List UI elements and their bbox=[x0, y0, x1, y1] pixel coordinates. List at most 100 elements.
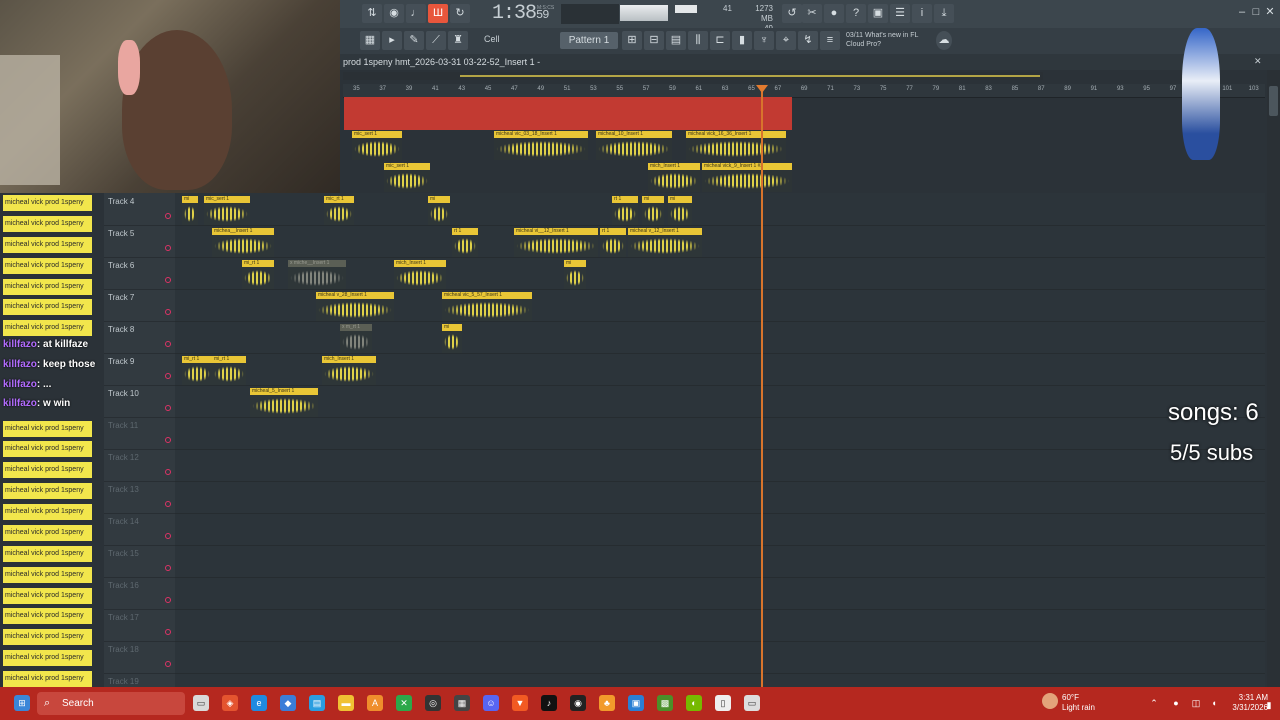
cut-icon[interactable]: ✂ bbox=[802, 4, 822, 23]
app-window-icon[interactable]: ▭ bbox=[744, 695, 760, 711]
audio-clip[interactable]: mi bbox=[668, 196, 692, 225]
plugin-picker-icon[interactable]: ♆ bbox=[754, 31, 774, 50]
download-icon[interactable]: ⤓ bbox=[934, 4, 954, 23]
track-row[interactable] bbox=[175, 481, 1265, 514]
audio-clip[interactable]: mi bbox=[564, 260, 586, 289]
track-row[interactable] bbox=[175, 577, 1265, 610]
browser-icon[interactable]: ⊏ bbox=[710, 31, 730, 50]
audio-clip[interactable]: mi bbox=[428, 196, 450, 225]
record-icon[interactable]: ◉ bbox=[384, 4, 404, 23]
edge-icon[interactable]: e bbox=[251, 695, 267, 711]
track-header[interactable]: Track 4 bbox=[104, 193, 175, 226]
windows-start-icon[interactable]: ⊞ bbox=[14, 695, 30, 711]
copilot-icon[interactable]: ◈ bbox=[222, 695, 238, 711]
audio-clip[interactable]: mi_rt 1 bbox=[242, 260, 274, 289]
loop-record-icon[interactable]: ↻ bbox=[450, 4, 470, 23]
weather-widget[interactable]: 60°F Light rain bbox=[1062, 693, 1095, 713]
photos-icon[interactable]: ▣ bbox=[628, 695, 644, 711]
news-panel[interactable]: 03/11 What's new in FL Cloud Pro? bbox=[846, 31, 918, 49]
audio-clip[interactable]: rt 1 bbox=[452, 228, 478, 257]
track-row[interactable] bbox=[175, 513, 1265, 546]
audio-clip[interactable]: micheal_10_Insert 1 bbox=[596, 131, 672, 160]
audio-clip[interactable]: mi bbox=[182, 196, 198, 225]
audio-clip[interactable]: micheal v_28_Insert 1 bbox=[316, 292, 394, 321]
audio-clip[interactable]: rt 1 bbox=[600, 228, 626, 257]
obs-icon[interactable]: ◉ bbox=[570, 695, 586, 711]
audio-clip[interactable]: mic_rt 1 bbox=[324, 196, 354, 225]
audio-clip[interactable]: mic_sert 1 bbox=[204, 196, 250, 225]
audio-clip-muted[interactable]: x miche__Insert 1 bbox=[288, 260, 346, 289]
paint-icon[interactable]: ⟋ bbox=[426, 31, 446, 50]
stamp-icon[interactable]: ♜ bbox=[448, 31, 468, 50]
audio-clip[interactable]: micheal vic_03_18_Insert 1 bbox=[494, 131, 588, 160]
audio-clip[interactable]: mi bbox=[642, 196, 664, 225]
track-row[interactable] bbox=[175, 641, 1265, 674]
channel-rack-icon[interactable]: ⊟ bbox=[644, 31, 664, 50]
maximize-icon[interactable]: □ bbox=[1250, 6, 1262, 18]
track-row[interactable] bbox=[175, 545, 1265, 578]
minecraft-icon[interactable]: ▩ bbox=[657, 695, 673, 711]
piano-roll-icon[interactable]: ▤ bbox=[666, 31, 686, 50]
close-icon[interactable]: ✕ bbox=[1264, 6, 1276, 18]
blend-notes-icon[interactable]: Ш bbox=[428, 4, 448, 23]
track-row[interactable] bbox=[175, 417, 1265, 450]
xbox-icon[interactable]: ✕ bbox=[396, 695, 412, 711]
plugin-icon[interactable]: ▮ bbox=[732, 31, 752, 50]
minimize-icon[interactable]: – bbox=[1236, 6, 1248, 18]
app-grid-icon[interactable]: ▦ bbox=[454, 695, 470, 711]
audio-clip[interactable]: mic_sert 1 bbox=[384, 163, 430, 192]
tray-chevron-icon[interactable]: ⌃ bbox=[1146, 695, 1162, 711]
brave-icon[interactable]: ▼ bbox=[512, 695, 528, 711]
track-row[interactable] bbox=[175, 321, 1265, 354]
track-header[interactable]: Track 12 bbox=[104, 449, 175, 482]
audio-clip[interactable]: mich_Insert 1 bbox=[394, 260, 446, 289]
mute-tool-icon[interactable]: ⌖ bbox=[776, 31, 796, 50]
audio-clip[interactable]: mic_sert 1 bbox=[352, 131, 402, 160]
microphone-icon[interactable]: ● bbox=[824, 4, 844, 23]
app-icon[interactable]: ◆ bbox=[280, 695, 296, 711]
audio-clip[interactable]: micheal_5_Insert 1 bbox=[250, 388, 318, 417]
undo-icon[interactable]: ↺ bbox=[782, 4, 802, 23]
playlist-options-icon[interactable]: ▦ bbox=[360, 31, 380, 50]
audio-clip[interactable]: micheal vic_5_57_Insert 1 bbox=[442, 292, 532, 321]
track-header[interactable]: Track 17 bbox=[104, 609, 175, 642]
audio-clip[interactable]: michea__Insert 1 bbox=[212, 228, 274, 257]
fl-studio-icon[interactable]: ♣ bbox=[599, 695, 615, 711]
info-icon[interactable]: i bbox=[912, 4, 932, 23]
audio-clip-master[interactable] bbox=[344, 97, 792, 130]
app-a-icon[interactable]: A bbox=[367, 695, 383, 711]
mixer-view-icon[interactable]: ⫼ bbox=[688, 31, 708, 50]
arrow-icon[interactable]: ▸ bbox=[382, 31, 402, 50]
track-header[interactable]: Track 13 bbox=[104, 481, 175, 514]
store-icon[interactable]: ▤ bbox=[309, 695, 325, 711]
network-icon[interactable]: ◫ bbox=[1188, 695, 1204, 711]
mixer-icon[interactable]: ☰ bbox=[890, 4, 910, 23]
audio-clip[interactable]: mi_rt 1 bbox=[182, 356, 212, 385]
pattern-selector[interactable]: Pattern 1 bbox=[560, 32, 618, 49]
save-icon[interactable]: ▣ bbox=[868, 4, 888, 23]
audio-clip[interactable]: micheal v_12_Insert 1 bbox=[628, 228, 702, 257]
audio-clip-muted[interactable]: x m_rt 1 bbox=[340, 324, 372, 353]
track-header[interactable]: Track 9 bbox=[104, 353, 175, 386]
pattern-mode-icon[interactable]: ⇅ bbox=[362, 4, 382, 23]
slip-tool-icon[interactable]: ↯ bbox=[798, 31, 818, 50]
track-row[interactable] bbox=[175, 609, 1265, 642]
vertical-scrollbar[interactable] bbox=[1267, 70, 1280, 687]
track-header[interactable]: Track 10 bbox=[104, 385, 175, 418]
discord-icon[interactable]: ☺ bbox=[483, 695, 499, 711]
metronome-icon[interactable]: ♩ bbox=[406, 4, 426, 23]
nvidia-icon[interactable]: ◐ bbox=[686, 695, 702, 711]
snap-selector[interactable]: Cell bbox=[484, 34, 500, 44]
mic-tray-icon[interactable]: ● bbox=[1168, 695, 1184, 711]
audio-clip[interactable]: micheal vi__12_Insert 1 bbox=[514, 228, 598, 257]
view-icon[interactable]: ⊞ bbox=[622, 31, 642, 50]
taskbar-search[interactable] bbox=[37, 692, 185, 715]
master-volume-slider[interactable] bbox=[620, 5, 668, 21]
track-header[interactable]: Track 11 bbox=[104, 417, 175, 450]
menu-icon[interactable]: ≡ bbox=[820, 31, 840, 50]
system-clock[interactable]: 3:31 AM 3/31/2026 bbox=[1218, 693, 1268, 713]
scrollbar-thumb[interactable] bbox=[1269, 86, 1278, 116]
track-row[interactable] bbox=[175, 225, 1265, 258]
track-header[interactable]: Track 14 bbox=[104, 513, 175, 546]
file-explorer-icon[interactable]: ▬ bbox=[338, 695, 354, 711]
